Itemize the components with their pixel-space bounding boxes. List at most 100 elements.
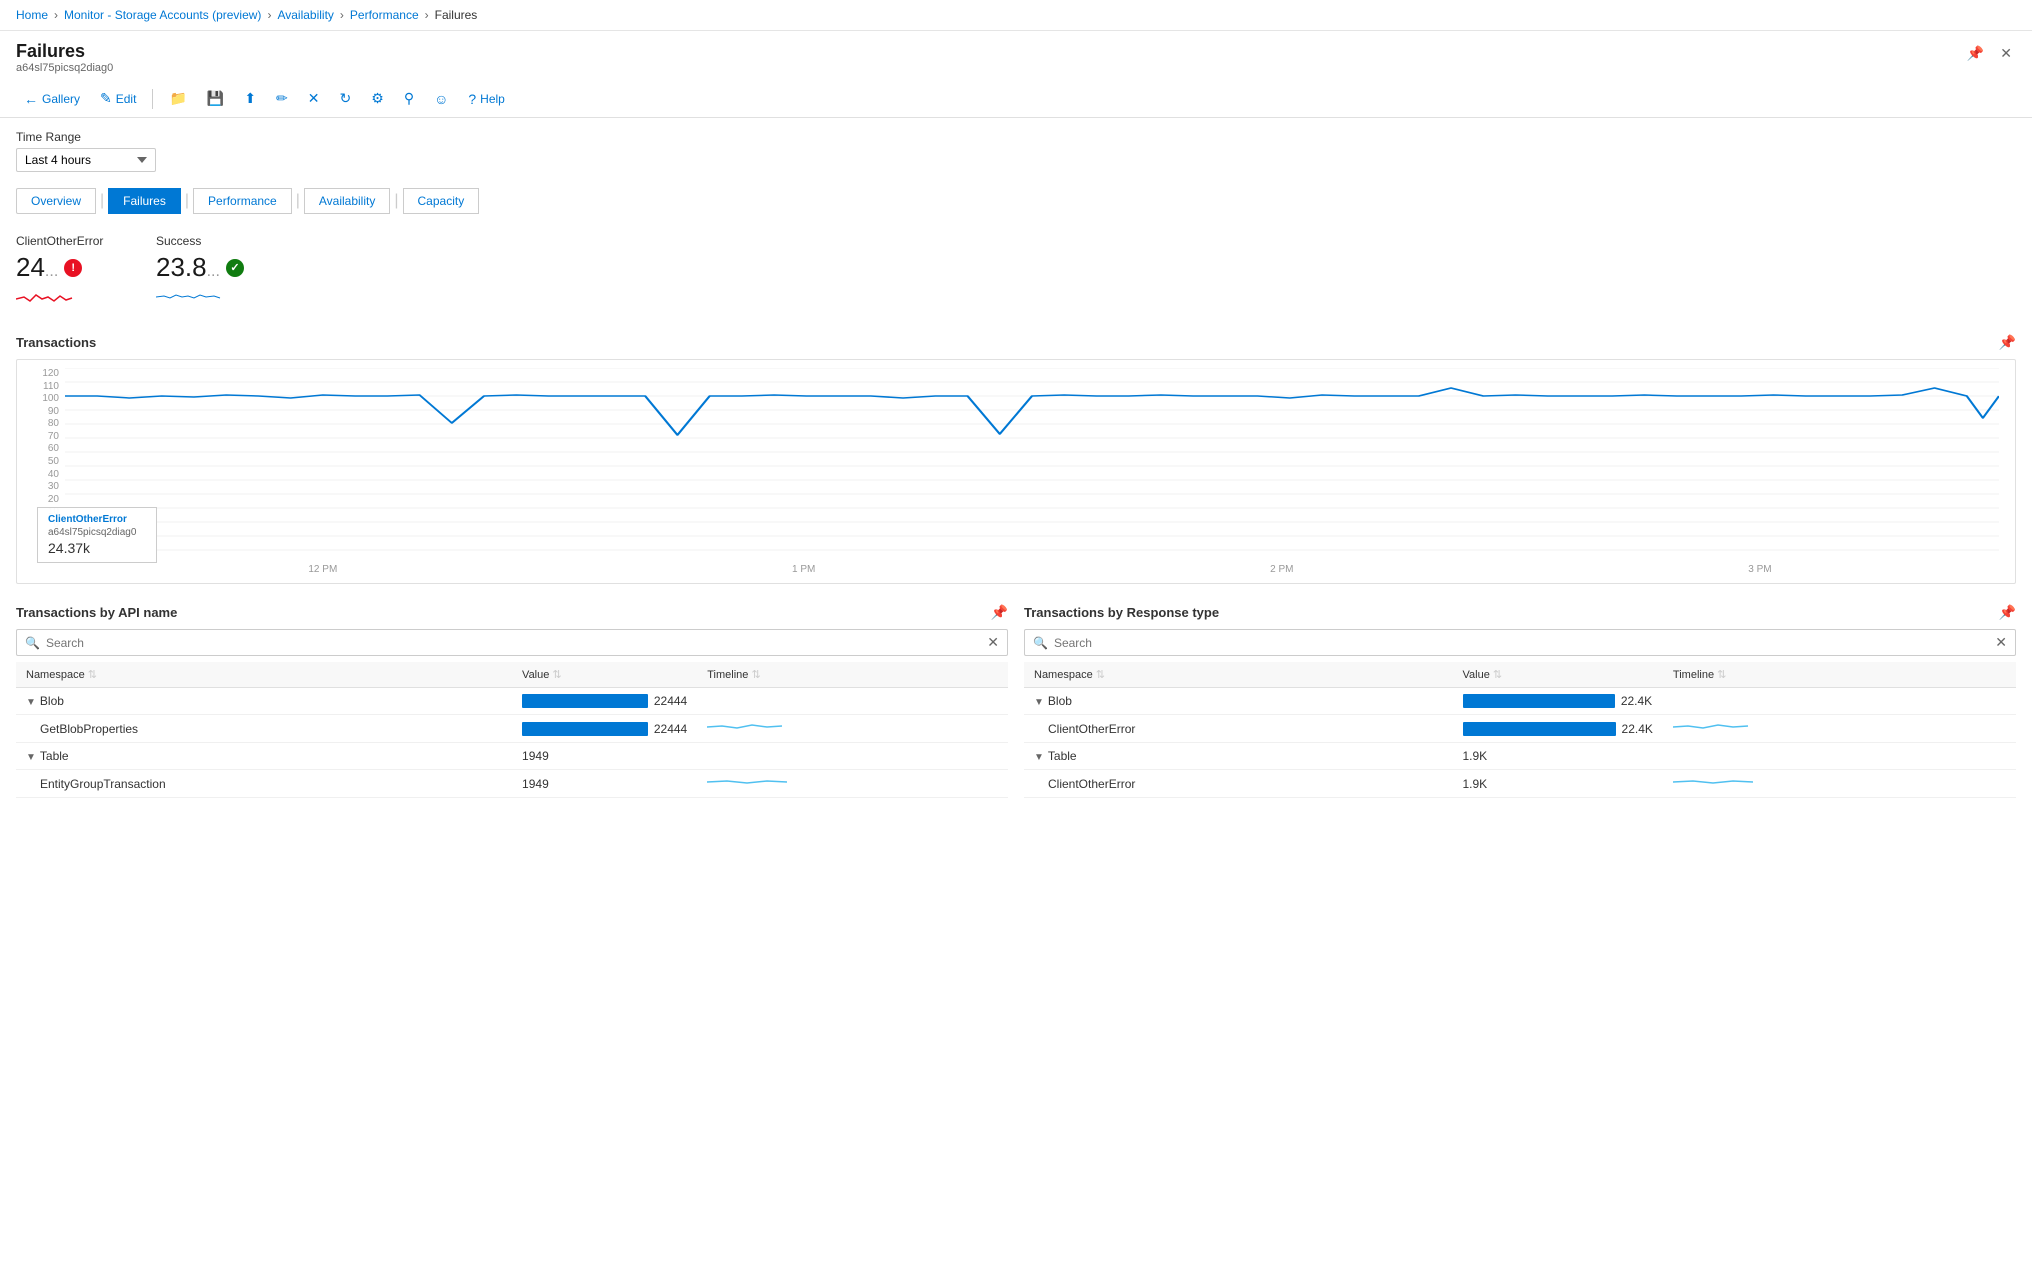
- transactions-pin-button[interactable]: 📌: [1999, 334, 2016, 351]
- title-bar: Failures a64sl75picsq2diag0 📌 ✕: [0, 31, 2032, 80]
- upload-button[interactable]: ⬆: [236, 86, 264, 111]
- transactions-title: Transactions: [16, 335, 96, 350]
- y-label-90: 90: [21, 406, 59, 417]
- response-value-table: 1.9K: [1453, 743, 1663, 770]
- api-bar-blob: 22444: [522, 694, 687, 708]
- api-search-input[interactable]: [46, 636, 981, 650]
- tab-capacity[interactable]: Capacity: [403, 188, 480, 214]
- response-bar-fill-blob: [1463, 694, 1615, 708]
- x-label-1pm: 1 PM: [792, 564, 815, 575]
- close-button[interactable]: ✕: [1996, 41, 2016, 66]
- api-col-value: Value ⇅: [512, 662, 697, 688]
- tab-availability[interactable]: Availability: [304, 188, 390, 214]
- tooltip-value: 24.37k: [48, 540, 146, 556]
- edit-button[interactable]: ✎ Edit: [92, 86, 144, 111]
- toolbar-sep-1: [152, 89, 153, 109]
- table-row: ClientOtherError 22.4K: [1024, 715, 2016, 743]
- response-namespace-table: ▼Table: [1024, 743, 1453, 770]
- metric-value-row-2: 23.8... ✓: [156, 252, 256, 283]
- response-bar-fill-clienterror: [1463, 722, 1616, 736]
- folder-button[interactable]: 📁: [161, 86, 194, 111]
- metric-value-2: 23.8...: [156, 252, 220, 283]
- y-label-60: 60: [21, 443, 59, 454]
- pin-button[interactable]: 📌: [1963, 41, 1988, 66]
- api-table-search: 🔍 ✕: [16, 629, 1008, 656]
- pencil-icon: ✏: [276, 90, 288, 107]
- breadcrumb-home[interactable]: Home: [16, 8, 48, 22]
- response-table-search: 🔍 ✕: [1024, 629, 2016, 656]
- api-namespace-blob: ▼Blob: [16, 688, 512, 715]
- breadcrumb-current: Failures: [435, 8, 478, 22]
- tab-performance[interactable]: Performance: [193, 188, 292, 214]
- settings-button[interactable]: ⚙: [363, 86, 392, 111]
- tab-nav: Overview | Failures | Performance | Avai…: [16, 188, 2016, 214]
- api-table-pin-button[interactable]: 📌: [991, 604, 1008, 621]
- api-col-timeline: Timeline ⇅: [697, 662, 1008, 688]
- table-row: ▼Table 1.9K: [1024, 743, 2016, 770]
- api-table-title: Transactions by API name: [16, 605, 177, 620]
- title-left: Failures a64sl75picsq2diag0: [16, 41, 113, 74]
- gallery-label: Gallery: [42, 92, 80, 106]
- response-search-input[interactable]: [1054, 636, 1989, 650]
- tab-overview[interactable]: Overview: [16, 188, 96, 214]
- help-icon: ?: [468, 91, 476, 107]
- y-label-80: 80: [21, 418, 59, 429]
- response-timeline-table: [1663, 743, 2016, 770]
- table-row: ▼Table 1949: [16, 743, 1008, 770]
- emoji-button[interactable]: ☺: [426, 87, 456, 111]
- api-bar-getblob: 22444: [522, 722, 687, 736]
- gallery-icon: ←: [24, 91, 38, 107]
- api-namespace-getblob: GetBlobProperties: [16, 715, 512, 743]
- clone-button[interactable]: ⚲: [396, 86, 422, 111]
- response-table-pin-button[interactable]: 📌: [1999, 604, 2016, 621]
- settings-icon: ⚙: [371, 90, 384, 107]
- time-range-select[interactable]: Last 4 hours Last 1 hour Last 12 hours L…: [16, 148, 156, 172]
- y-label-120: 120: [21, 368, 59, 379]
- api-table-header-row: Namespace ⇅ Value ⇅ Timeline ⇅: [16, 662, 1008, 688]
- refresh-button[interactable]: ↻: [332, 86, 360, 111]
- expand-arrow-response-blob[interactable]: ▼: [1034, 697, 1044, 708]
- refresh-icon: ↻: [340, 90, 352, 107]
- expand-arrow-table[interactable]: ▼: [26, 752, 36, 763]
- table-response-section: Transactions by Response type 📌 🔍 ✕ Name…: [1024, 604, 2016, 798]
- response-value-table-clienterror: 1.9K: [1453, 770, 1663, 798]
- save-button[interactable]: 💾: [199, 86, 232, 111]
- y-label-110: 110: [21, 381, 59, 392]
- pencil-button[interactable]: ✏: [268, 86, 296, 111]
- api-timeline-entity: [697, 770, 1008, 798]
- gallery-button[interactable]: ← Gallery: [16, 87, 88, 111]
- metric-value-1: 24...: [16, 252, 58, 283]
- header-area: Home › Monitor - Storage Accounts (previ…: [0, 0, 2032, 118]
- clone-icon: ⚲: [404, 90, 414, 107]
- expand-arrow-response-table[interactable]: ▼: [1034, 752, 1044, 763]
- metric-status-success: ✓: [226, 259, 244, 277]
- breadcrumb-monitor[interactable]: Monitor - Storage Accounts (preview): [64, 8, 261, 22]
- response-col-value: Value ⇅: [1453, 662, 1663, 688]
- chart-svg: [65, 368, 1999, 558]
- metric-label-1: ClientOtherError: [16, 234, 116, 248]
- breadcrumb-performance[interactable]: Performance: [350, 8, 419, 22]
- api-namespace-entity: EntityGroupTransaction: [16, 770, 512, 798]
- bar-fill-blob: [522, 694, 648, 708]
- y-label-70: 70: [21, 431, 59, 442]
- edit-label: Edit: [116, 92, 137, 106]
- help-button[interactable]: ? Help: [460, 87, 512, 111]
- api-timeline-blob: [697, 688, 1008, 715]
- api-search-clear[interactable]: ✕: [987, 634, 999, 651]
- discard-button[interactable]: ✕: [300, 86, 328, 111]
- title-right: 📌 ✕: [1963, 41, 2016, 66]
- breadcrumb-availability[interactable]: Availability: [277, 8, 333, 22]
- y-label-30: 30: [21, 481, 59, 492]
- response-search-clear[interactable]: ✕: [1995, 634, 2007, 651]
- time-range-label: Time Range: [16, 130, 2016, 144]
- save-icon: 💾: [207, 90, 224, 107]
- y-label-50: 50: [21, 456, 59, 467]
- tooltip-name: ClientOtherError: [48, 514, 146, 525]
- response-timeline-blob: [1663, 688, 2016, 715]
- search-icon-api: 🔍: [25, 636, 40, 650]
- metric-value-row-1: 24... !: [16, 252, 116, 283]
- expand-arrow-blob[interactable]: ▼: [26, 697, 36, 708]
- response-bar-clienterror: 22.4K: [1463, 722, 1653, 736]
- tab-failures[interactable]: Failures: [108, 188, 181, 214]
- response-title-row: Transactions by Response type 📌: [1024, 604, 2016, 621]
